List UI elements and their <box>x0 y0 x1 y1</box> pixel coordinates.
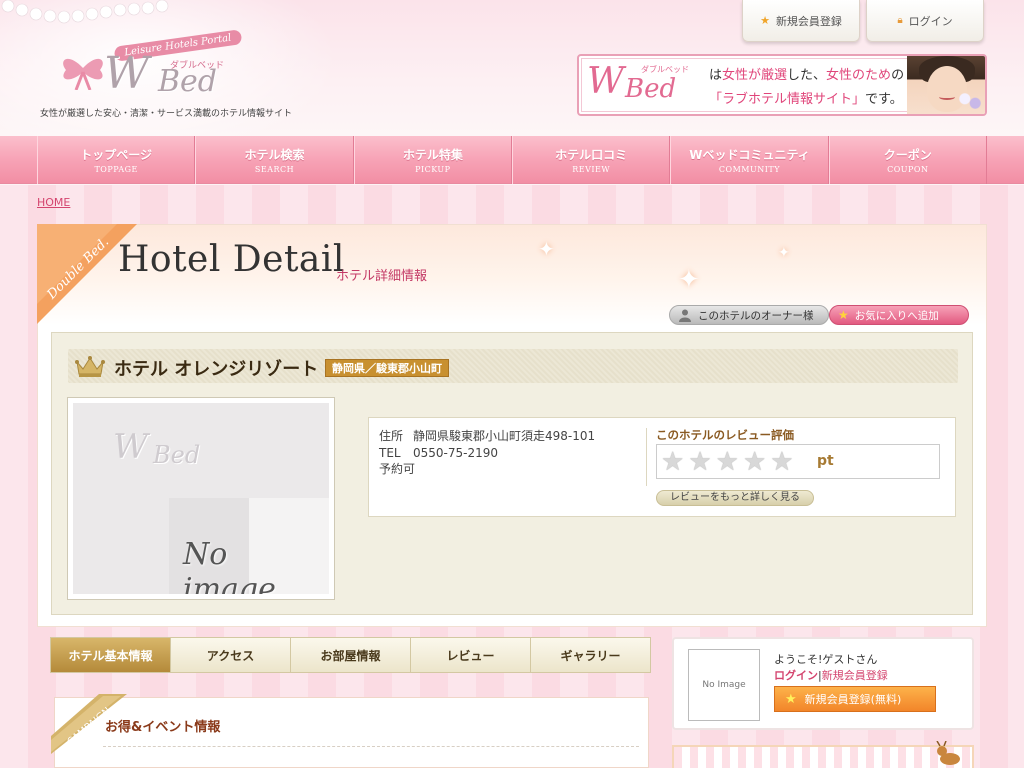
campaign-divider <box>103 746 639 747</box>
tab-access[interactable]: アクセス <box>170 638 290 672</box>
owner-button-label: このホテルのオーナー様 <box>698 309 814 322</box>
prefecture-badge[interactable]: 静岡県／駿東郡小山町 <box>325 359 449 377</box>
welcome-box: No Image ようこそ!ゲストさん ログイン|新規会員登録 ★ 新規会員登録… <box>672 637 974 730</box>
banner-text-line1: は女性が厳選した、女性のための <box>709 68 905 83</box>
favorite-button-label: お気に入りへ追加 <box>854 309 939 322</box>
lock-icon: 🔒︎ <box>897 15 903 26</box>
review-rating-box: ★ ★ ★ ★ ★ pt <box>656 444 940 479</box>
hotel-photo: W Bed No image <box>67 397 335 600</box>
address-label: 住所 <box>379 429 404 443</box>
free-register-label: 新規会員登録(無料) <box>804 693 902 706</box>
campaign-title: お得&イベント情報 <box>105 720 221 735</box>
hotel-tabs: ホテル基本情報 アクセス お部屋情報 レビュー ギャラリー <box>50 637 651 673</box>
site-tagline: 女性が厳選した安心・清潔・サービス満載のホテル情報サイト <box>40 109 293 119</box>
site-header: Leisure Hotels Portal W Bed ダブルベッド 女性が厳選… <box>0 0 1024 136</box>
sparkle-icon: ✦ <box>678 265 700 295</box>
review-more-button[interactable]: レビューをもっと詳しく見る <box>656 490 814 506</box>
logo-kana: ダブルベッド <box>170 61 225 71</box>
banner-logo-bed: Bed <box>625 74 677 104</box>
tab-rooms[interactable]: お部屋情報 <box>290 638 410 672</box>
banner-logo-w: W <box>587 61 625 102</box>
banner-logo-kana: ダブルベッド <box>641 65 689 74</box>
login-label: ログイン <box>908 14 953 28</box>
star-icon: ★ <box>715 447 739 477</box>
reservation-status: 予約可 <box>379 462 416 476</box>
wbed-banner[interactable]: W Bed ダブルベッド は女性が厳選した、女性のための 「ラブホテル情報サイト… <box>577 54 987 116</box>
login-button[interactable]: 🔒︎ ログイン <box>866 0 984 42</box>
person-icon <box>679 309 691 322</box>
register-label: 新規会員登録 <box>775 14 842 28</box>
nav-item-search[interactable]: ホテル検索 SEARCH <box>195 136 354 184</box>
hotel-card: ホテル オレンジリゾート 静岡県／駿東郡小山町 W Bed No image 住… <box>51 332 973 615</box>
star-icon: ★ <box>785 691 797 707</box>
review-title: このホテルのレビュー評価 <box>656 428 794 442</box>
star-icon: ★ <box>838 308 849 322</box>
login-link[interactable]: ログイン <box>774 669 818 682</box>
star-icon: ★ <box>688 447 712 477</box>
breadcrumb-home[interactable]: HOME <box>37 196 70 209</box>
tab-review[interactable]: レビュー <box>410 638 530 672</box>
flower-decoration <box>957 90 983 112</box>
star-icon: ★ <box>661 447 685 477</box>
page-subtitle: ホテル詳細情報 <box>336 269 428 284</box>
account-links: ログイン|新規会員登録 <box>774 667 888 683</box>
logo-w: W <box>104 48 150 99</box>
tab-gallery[interactable]: ギャラリー <box>530 638 650 672</box>
address-value: 静岡県駿東郡小山町須走498-101 <box>413 429 596 443</box>
star-icon: ★ <box>760 14 770 27</box>
deer-icon <box>936 741 960 765</box>
owner-button[interactable]: このホテルのオーナー様 <box>669 305 829 325</box>
star-icon: ★ <box>770 447 794 477</box>
crown-icon <box>75 356 105 377</box>
welcome-message: ようこそ!ゲストさん <box>774 653 878 666</box>
nav-item-review[interactable]: ホテル口コミ REVIEW <box>511 136 671 184</box>
register-link[interactable]: 新規会員登録 <box>822 669 888 682</box>
hotel-name-bar: ホテル オレンジリゾート 静岡県／駿東郡小山町 <box>68 349 958 383</box>
ribbon-icon <box>63 58 103 90</box>
rating-stars: ★ ★ ★ ★ ★ <box>661 448 794 476</box>
hotel-detail-panel: Double Bed. ✦ ✦ ✦ Hotel Detail ホテル詳細情報 こ… <box>37 224 987 627</box>
tel-value: 0550-75-2190 <box>413 445 499 460</box>
nav-item-pickup[interactable]: ホテル特集 PICKUP <box>353 136 512 184</box>
nav-item-toppage[interactable]: トップページ TOPPAGE <box>37 136 196 184</box>
star-icon: ★ <box>742 447 767 477</box>
page-title: Hotel Detail <box>118 239 345 280</box>
sparkle-icon: ✦ <box>778 245 790 261</box>
register-button[interactable]: ★ 新規会員登録 <box>742 0 860 42</box>
woman-photo <box>907 56 985 114</box>
campaign-section: CAMPAIGN お得&イベント情報 <box>51 694 649 768</box>
site-logo[interactable]: Leisure Hotels Portal W Bed ダブルベッド <box>40 28 310 108</box>
avatar: No Image <box>688 649 760 721</box>
sparkle-icon: ✦ <box>538 237 555 261</box>
detail-header: Double Bed. ✦ ✦ ✦ Hotel Detail ホテル詳細情報 こ… <box>37 224 986 325</box>
info-divider <box>646 428 647 486</box>
free-register-button[interactable]: ★ 新規会員登録(無料) <box>774 686 936 712</box>
side-banner[interactable] <box>672 741 974 768</box>
nav-item-community[interactable]: Wベッドコミュニティ COMMUNITY <box>670 136 829 184</box>
rating-unit: pt <box>817 453 834 469</box>
tab-basic-info[interactable]: ホテル基本情報 <box>51 638 170 672</box>
banner-text-line2: 「ラブホテル情報サイト」です。 <box>709 92 903 107</box>
hotel-contact: 住所 静岡県駿東郡小山町須走498-101 TEL 0550-75-2190 予約可 <box>379 428 595 478</box>
no-image-placeholder: W Bed No image <box>73 403 329 594</box>
tel-label: TEL <box>379 445 401 460</box>
no-image-label: No image <box>183 537 276 594</box>
hotel-info-box: 住所 静岡県駿東郡小山町須走498-101 TEL 0550-75-2190 予約可… <box>368 417 956 517</box>
add-favorite-button[interactable]: ★ お気に入りへ追加 <box>829 305 969 325</box>
global-nav: トップページ TOPPAGE ホテル検索 SEARCH ホテル特集 PICKUP ホテ… <box>0 136 1024 184</box>
nav-item-coupon[interactable]: クーポン COUPON <box>828 136 987 184</box>
hotel-name: ホテル オレンジリゾート <box>114 359 319 380</box>
